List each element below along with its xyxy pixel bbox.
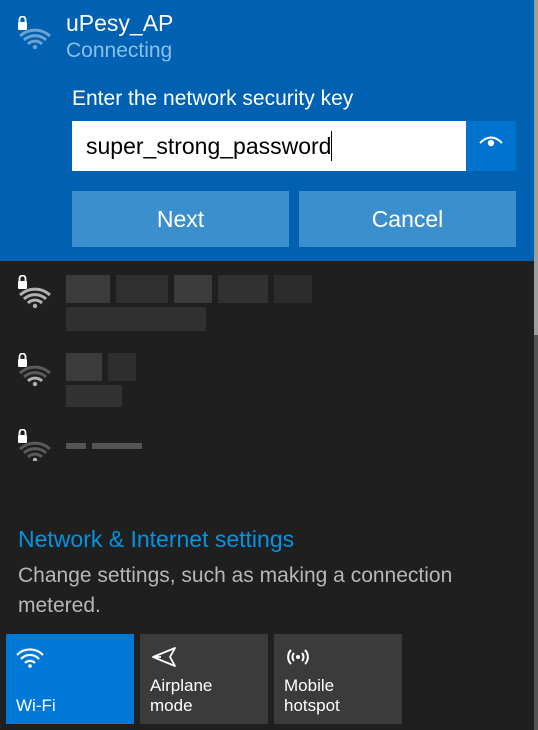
network-status: Connecting — [66, 39, 173, 63]
wifi-secured-icon — [18, 353, 52, 387]
network-name-redacted — [66, 349, 136, 407]
reveal-password-button[interactable] — [466, 121, 516, 171]
scrollbar[interactable] — [534, 0, 538, 730]
password-value: super_strong_password — [86, 133, 331, 160]
network-item[interactable] — [0, 261, 534, 339]
quick-action-tiles: Wi-Fi Airplane mode Mobile hotspot — [0, 634, 534, 730]
password-prompt-label: Enter the network security key — [72, 87, 516, 111]
password-input[interactable]: super_strong_password — [72, 121, 466, 171]
mobile-hotspot-tile[interactable]: Mobile hotspot — [274, 634, 402, 724]
wifi-secured-icon — [18, 429, 52, 461]
eye-icon — [478, 135, 504, 158]
network-item[interactable] — [0, 415, 534, 461]
wifi-secured-icon — [18, 16, 52, 50]
wifi-icon — [16, 644, 124, 670]
airplane-mode-tile[interactable]: Airplane mode — [140, 634, 268, 724]
network-settings-section: Network & Internet settings Change setti… — [0, 508, 534, 634]
password-input-row: super_strong_password — [72, 121, 516, 171]
network-flyout: uPesy_AP Connecting Enter the network se… — [0, 0, 534, 730]
network-name-redacted — [66, 425, 142, 449]
text-caret — [331, 131, 332, 161]
cancel-button-label: Cancel — [372, 206, 444, 233]
network-connecting-panel: uPesy_AP Connecting Enter the network se… — [0, 0, 534, 261]
next-button[interactable]: Next — [72, 191, 289, 247]
network-settings-link[interactable]: Network & Internet settings — [18, 526, 516, 553]
cancel-button[interactable]: Cancel — [299, 191, 516, 247]
network-ssid: uPesy_AP — [66, 10, 173, 37]
network-settings-description: Change settings, such as making a connec… — [18, 561, 516, 620]
network-header: uPesy_AP Connecting — [18, 10, 516, 63]
wifi-tile-label: Wi-Fi — [16, 696, 124, 716]
wifi-tile[interactable]: Wi-Fi — [6, 634, 134, 724]
hotspot-icon — [284, 644, 392, 670]
airplane-icon — [150, 644, 258, 670]
hotspot-tile-label: Mobile hotspot — [284, 676, 392, 716]
scrollbar-thumb[interactable] — [534, 0, 538, 335]
available-networks-list — [0, 261, 534, 508]
next-button-label: Next — [157, 206, 204, 233]
wifi-secured-icon — [18, 275, 52, 309]
action-button-row: Next Cancel — [72, 191, 516, 247]
network-name-redacted — [66, 271, 312, 331]
airplane-tile-label: Airplane mode — [150, 676, 258, 716]
network-item[interactable] — [0, 339, 534, 415]
password-prompt-section: Enter the network security key super_str… — [72, 87, 516, 247]
